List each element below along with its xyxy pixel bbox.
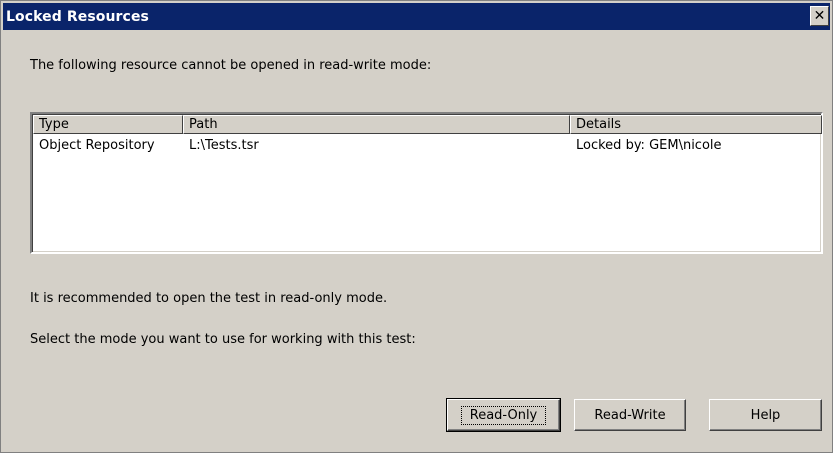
list-header: Type Path Details [33, 115, 822, 134]
read-write-button-label: Read-Write [594, 407, 666, 423]
locked-resources-list[interactable]: Type Path Details Object Repository L:\T… [30, 112, 823, 254]
column-header-path[interactable]: Path [183, 115, 570, 134]
window-title: Locked Resources [6, 8, 149, 25]
help-button[interactable]: Help [709, 399, 822, 431]
close-button[interactable]: ✕ [810, 6, 829, 26]
read-only-button-label: Read-Only [460, 405, 547, 425]
read-write-button[interactable]: Read-Write [574, 399, 686, 431]
title-bar[interactable]: Locked Resources ✕ [3, 3, 830, 30]
cell-path: L:\Tests.tsr [189, 138, 259, 153]
recommendation-text: It is recommended to open the test in re… [30, 291, 388, 306]
column-header-type[interactable]: Type [33, 115, 183, 134]
select-mode-text: Select the mode you want to use for work… [30, 332, 416, 347]
column-header-details[interactable]: Details [570, 115, 822, 134]
cell-type: Object Repository [39, 138, 155, 153]
close-icon: ✕ [813, 8, 826, 24]
table-row[interactable]: Object Repository L:\Tests.tsr Locked by… [33, 136, 822, 156]
help-button-label: Help [750, 407, 781, 423]
locked-resources-dialog: Locked Resources ✕ The following resourc… [0, 0, 833, 453]
read-only-button[interactable]: Read-Only [446, 398, 561, 432]
intro-message: The following resource cannot be opened … [30, 58, 432, 73]
cell-details: Locked by: GEM\nicole [576, 138, 722, 153]
